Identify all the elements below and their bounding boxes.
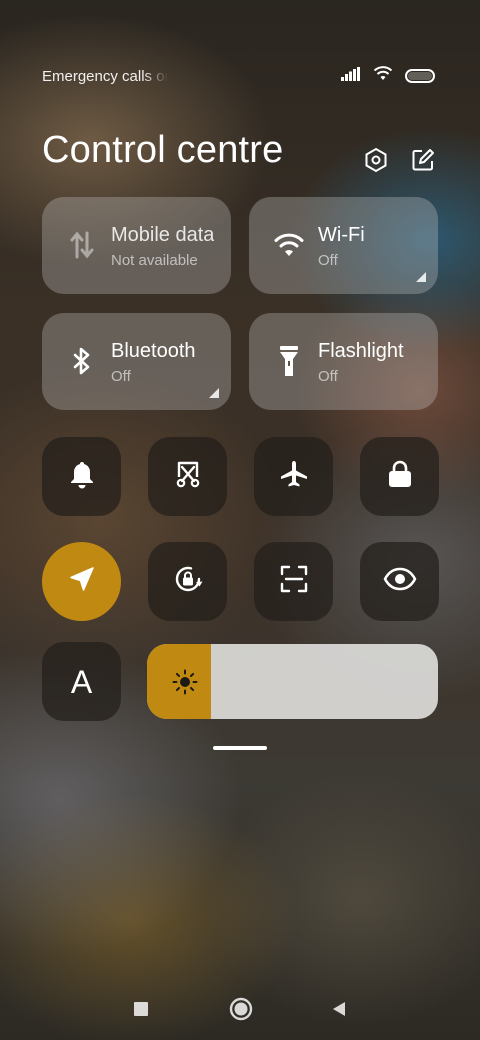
- recent-apps-button[interactable]: [126, 996, 156, 1026]
- tile-label: Flashlight: [318, 340, 404, 362]
- tile-label: Wi-Fi: [318, 224, 365, 246]
- edit-icon[interactable]: [409, 146, 437, 174]
- location-icon: [67, 564, 97, 599]
- tile-status: Off: [318, 252, 338, 269]
- tile-flashlight[interactable]: Flashlight Off: [249, 313, 438, 410]
- ring-toggle[interactable]: [42, 437, 121, 516]
- eye-icon: [383, 567, 417, 596]
- lock-icon: [387, 459, 413, 494]
- status-text: Emergency calls only: [42, 68, 168, 85]
- tile-label: Mobile data: [111, 224, 215, 246]
- back-button[interactable]: [324, 996, 354, 1026]
- expand-corner-icon[interactable]: [209, 388, 219, 398]
- page-title: Control centre: [42, 129, 284, 171]
- home-button[interactable]: [226, 996, 256, 1026]
- settings-icon[interactable]: [362, 146, 390, 174]
- back-icon: [330, 1000, 348, 1023]
- tile-bluetooth[interactable]: Bluetooth Off: [42, 313, 231, 410]
- flashlight-icon: [271, 343, 307, 379]
- airplane-icon: [279, 459, 309, 494]
- rotation-lock-toggle[interactable]: [148, 542, 227, 621]
- signal-icon: [341, 66, 361, 86]
- status-icons: [341, 66, 435, 86]
- expand-corner-icon[interactable]: [416, 272, 426, 282]
- tile-status: Not available: [111, 252, 198, 269]
- wifi-icon: [271, 227, 307, 263]
- tile-label: Bluetooth: [111, 340, 196, 362]
- recent-apps-icon: [133, 1001, 149, 1022]
- tile-wifi[interactable]: Wi-Fi Off: [249, 197, 438, 294]
- wifi-icon: [373, 66, 393, 86]
- home-icon: [229, 997, 253, 1026]
- brightness-slider[interactable]: [147, 644, 438, 719]
- auto-brightness-button[interactable]: A: [42, 642, 121, 721]
- tile-status: Off: [111, 368, 131, 385]
- mobile-data-icon: [64, 227, 100, 263]
- scanner-toggle[interactable]: [254, 542, 333, 621]
- reading-mode-toggle[interactable]: [360, 542, 439, 621]
- battery-icon: [405, 69, 435, 83]
- sun-icon: [171, 668, 199, 696]
- tile-status: Off: [318, 368, 338, 385]
- airplane-toggle[interactable]: [254, 437, 333, 516]
- location-toggle[interactable]: [42, 542, 121, 621]
- drag-handle[interactable]: [213, 746, 267, 750]
- scanner-icon: [279, 564, 309, 599]
- lock-toggle[interactable]: [360, 437, 439, 516]
- screenshot-toggle[interactable]: [148, 437, 227, 516]
- bluetooth-icon: [64, 343, 100, 379]
- screenshot-icon: [173, 459, 203, 494]
- tile-mobile-data[interactable]: Mobile data Not available: [42, 197, 231, 294]
- bell-icon: [68, 459, 96, 494]
- rotation-lock-icon: [171, 562, 205, 601]
- auto-brightness-label: A: [70, 663, 93, 700]
